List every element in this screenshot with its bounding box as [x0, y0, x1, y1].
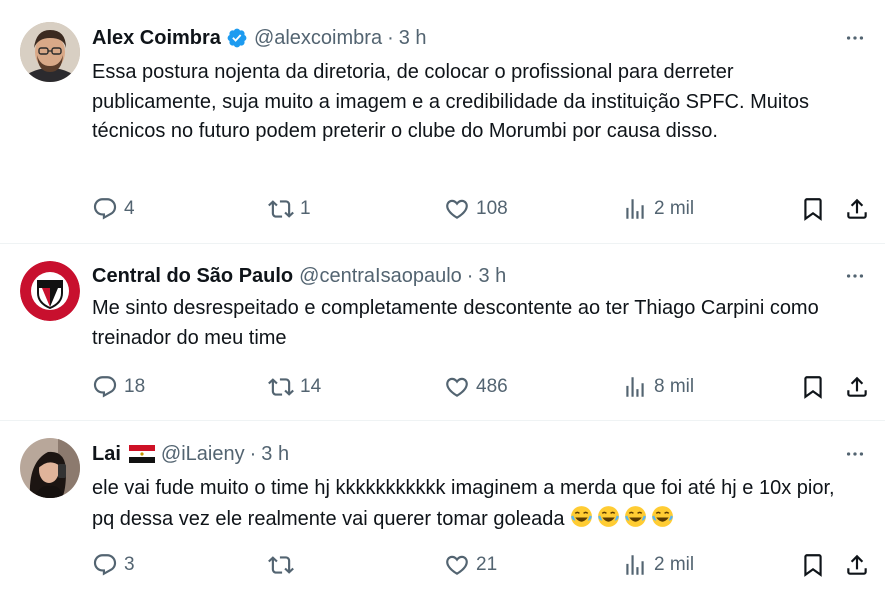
reply-button[interactable]: 3	[92, 550, 135, 580]
like-button[interactable]: 21	[444, 550, 497, 580]
tweet[interactable]: Lai @iLaieny · 3 h ele vai fude muito o …	[0, 421, 885, 599]
reply-icon	[92, 552, 118, 578]
separator-dot: ·	[466, 264, 474, 287]
retweet-icon	[268, 552, 294, 578]
author-handle[interactable]: @centraIsaopaulo	[299, 265, 462, 288]
retweet-count: 14	[300, 376, 322, 397]
views-icon	[622, 196, 648, 222]
separator-dot: ·	[249, 442, 257, 465]
retweet-button[interactable]: 1	[268, 194, 311, 224]
tweet-actions: 3 21 2 mil	[92, 550, 872, 580]
views-icon	[622, 552, 648, 578]
like-button[interactable]: 486	[444, 372, 508, 402]
views-button[interactable]: 2 mil	[622, 194, 694, 224]
like-icon	[444, 374, 470, 400]
views-count: 2 mil	[654, 554, 695, 575]
reply-count: 3	[124, 554, 135, 575]
share-button[interactable]	[844, 194, 870, 224]
like-icon	[444, 552, 470, 578]
bookmark-button[interactable]	[800, 194, 826, 224]
face-with-tears-of-joy-icon	[597, 505, 619, 527]
avatar[interactable]	[20, 22, 80, 82]
reply-icon	[92, 374, 118, 400]
share-button[interactable]	[844, 372, 870, 402]
flag-egypt-icon	[128, 445, 155, 463]
like-icon	[444, 196, 470, 222]
timestamp[interactable]: 3 h	[261, 443, 289, 466]
like-count: 108	[476, 198, 508, 219]
share-button[interactable]	[844, 550, 870, 580]
author-name[interactable]: Alex Coimbra	[92, 27, 221, 50]
tweet-actions: 18 14 486 8 mil	[92, 372, 872, 402]
share-icon	[844, 374, 870, 400]
retweet-icon	[268, 196, 294, 222]
face-with-tears-of-joy-icon	[570, 505, 592, 527]
separator-dot: ·	[387, 26, 394, 49]
share-icon	[844, 196, 870, 222]
more-icon[interactable]	[843, 26, 867, 50]
views-button[interactable]: 8 mil	[622, 372, 694, 402]
tweet-header: Lai @iLaieny · 3 h	[92, 439, 289, 469]
reply-icon	[92, 196, 118, 222]
tweet[interactable]: Central do São Paulo @centraIsaopaulo · …	[0, 244, 885, 421]
timestamp[interactable]: 3 h	[399, 27, 427, 50]
timestamp[interactable]: 3 h	[478, 265, 506, 288]
like-count: 21	[476, 554, 498, 575]
share-icon	[844, 552, 870, 578]
author-handle[interactable]: @iLaieny	[161, 443, 245, 466]
retweet-button[interactable]	[268, 550, 300, 580]
verified-badge-icon	[226, 27, 248, 49]
avatar[interactable]	[20, 438, 80, 498]
reply-count: 18	[124, 376, 146, 397]
tweet[interactable]: Alex Coimbra @alexcoimbra · 3 h Essa pos…	[0, 0, 885, 244]
face-with-tears-of-joy-icon	[651, 505, 673, 527]
tweet-text-content: ele vai fude muito o time hj kkkkkkkkkkk…	[92, 477, 835, 530]
views-count: 8 mil	[654, 376, 695, 397]
bookmark-icon	[800, 374, 826, 400]
like-count: 486	[476, 376, 508, 397]
author-name[interactable]: Lai	[92, 443, 121, 466]
retweet-count: 1	[300, 198, 311, 219]
bookmark-icon	[800, 196, 826, 222]
views-icon	[622, 374, 648, 400]
tweet-text: Essa postura nojenta da diretoria, de co…	[92, 61, 810, 142]
more-icon[interactable]	[843, 442, 867, 466]
tweet-actions: 4 1 108 2 mil	[92, 194, 872, 224]
views-button[interactable]: 2 mil	[622, 550, 694, 580]
emoji-row	[569, 504, 675, 529]
reply-button[interactable]: 4	[92, 194, 135, 224]
reply-button[interactable]: 18	[92, 372, 145, 402]
tweet-text: ele vai fude muito o time hj kkkkkkkkkkk…	[92, 474, 862, 534]
bookmark-icon	[800, 552, 826, 578]
avatar[interactable]	[20, 261, 80, 321]
face-with-tears-of-joy-icon	[624, 505, 646, 527]
tweet-text: Me sinto desrespeitado e completamente d…	[92, 297, 819, 349]
author-handle[interactable]: @alexcoimbra	[254, 27, 382, 50]
bookmark-button[interactable]	[800, 550, 826, 580]
timeline: Alex Coimbra @alexcoimbra · 3 h Essa pos…	[0, 0, 885, 599]
retweet-icon	[268, 374, 294, 400]
views-count: 2 mil	[654, 198, 695, 219]
like-button[interactable]: 108	[444, 194, 508, 224]
reply-count: 4	[124, 198, 135, 219]
tweet-header: Alex Coimbra @alexcoimbra · 3 h	[92, 23, 427, 53]
retweet-button[interactable]: 14	[268, 372, 321, 402]
bookmark-button[interactable]	[800, 372, 826, 402]
more-icon[interactable]	[843, 264, 867, 288]
author-name[interactable]: Central do São Paulo	[92, 265, 293, 288]
tweet-header: Central do São Paulo @centraIsaopaulo · …	[92, 261, 506, 291]
